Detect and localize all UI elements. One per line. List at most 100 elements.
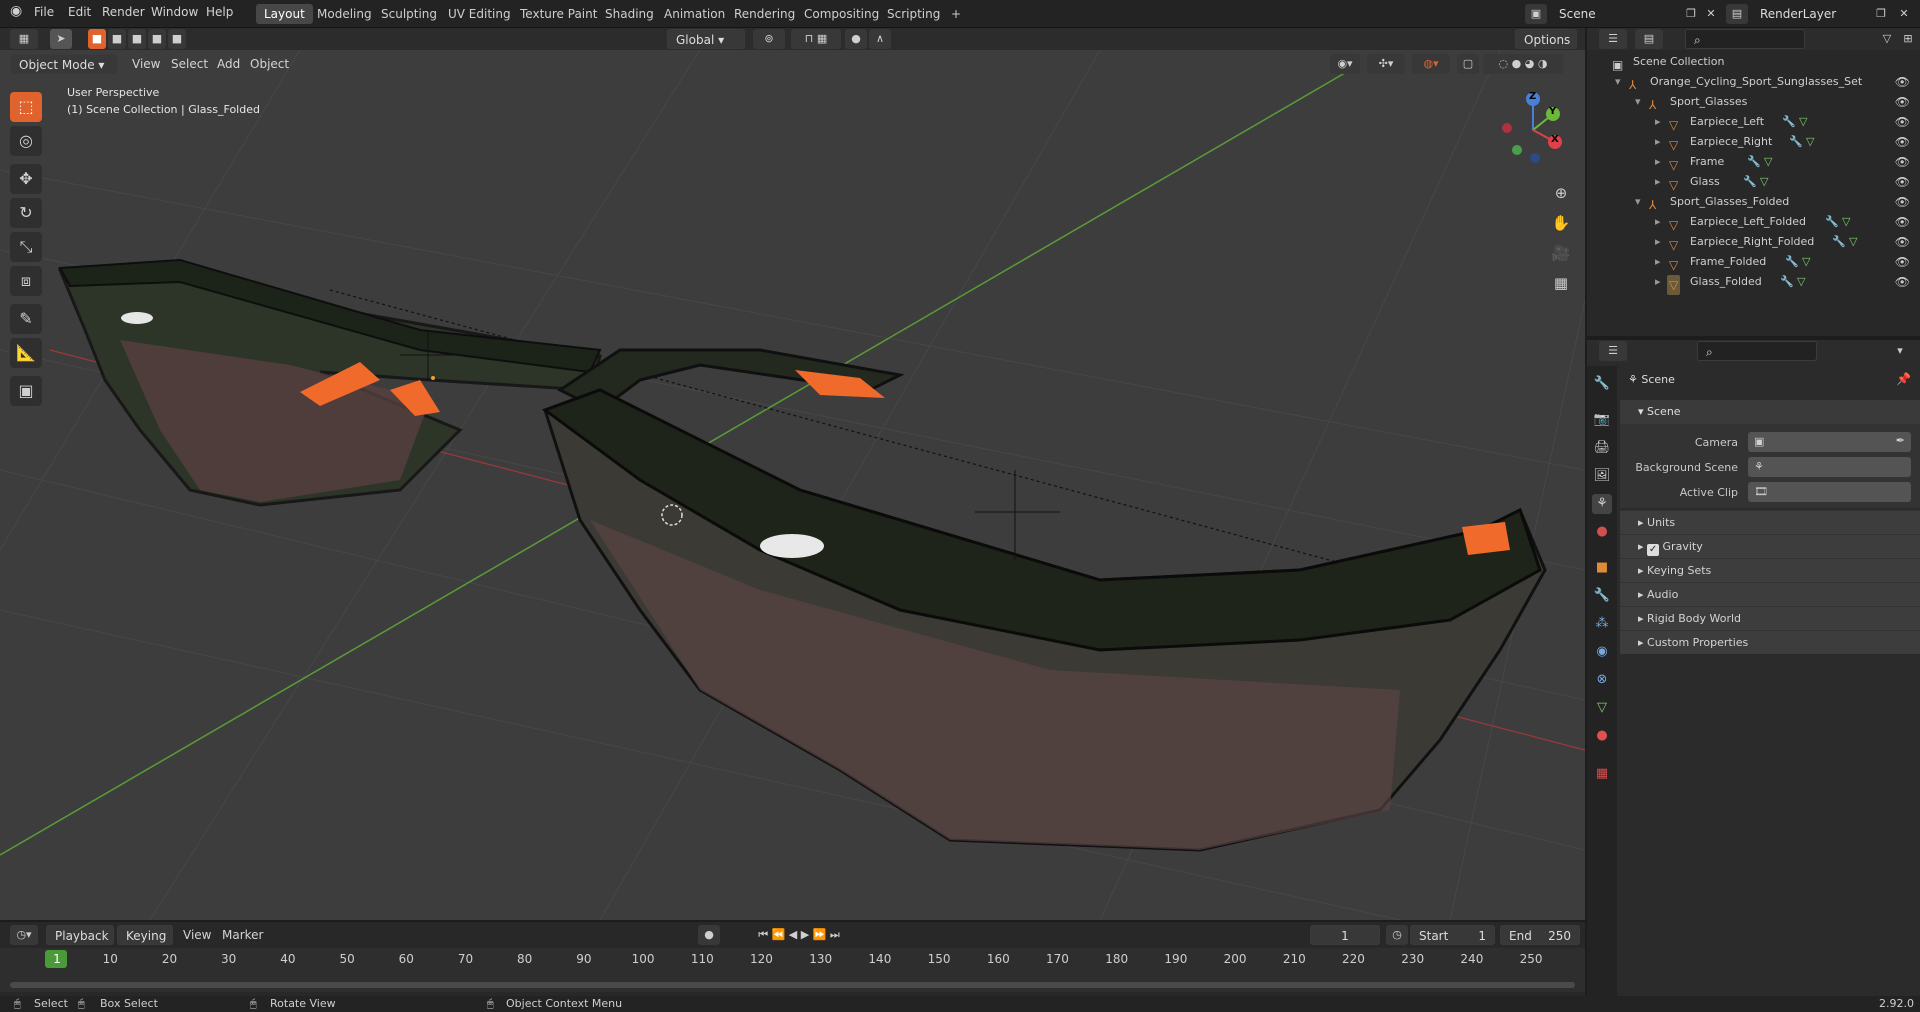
tab-uv-editing[interactable]: UV Editing <box>440 4 519 24</box>
select-extend-icon[interactable]: ■ <box>108 29 126 49</box>
mesh-data-icon[interactable]: ▽ <box>1760 172 1768 192</box>
eyedropper-icon[interactable]: ✒ <box>1896 434 1905 447</box>
timeline-menu-marker[interactable]: Marker <box>222 925 263 945</box>
world-tab-icon[interactable]: ● <box>1592 522 1612 542</box>
collapse-arrow-icon[interactable]: ▸ <box>1655 132 1661 152</box>
rotate-tool-icon[interactable]: ↻ <box>10 198 42 228</box>
new-collection-icon[interactable]: ⊞ <box>1897 29 1919 49</box>
tab-scripting[interactable]: Scripting <box>879 4 948 24</box>
visibility-icon[interactable]: ◉▾ <box>1330 54 1360 74</box>
modifier-wrench-icon[interactable]: 🔧 <box>1780 272 1794 292</box>
mesh-data-icon[interactable]: ▽ <box>1842 212 1850 232</box>
units-panel[interactable]: ▸ Units <box>1620 510 1920 534</box>
visibility-eye-icon[interactable]: 👁 <box>1895 92 1910 112</box>
expand-arrow-icon[interactable]: ▾ <box>1615 72 1621 92</box>
visibility-eye-icon[interactable]: 👁 <box>1895 212 1910 232</box>
pan-hand-icon[interactable]: ✋ <box>1548 210 1574 236</box>
mesh-data-icon[interactable]: ▽ <box>1797 272 1805 292</box>
tab-animation[interactable]: Animation <box>656 4 733 24</box>
mesh-data-icon[interactable]: ▽ <box>1849 232 1857 252</box>
start-frame-field[interactable]: Start 1 <box>1410 925 1495 945</box>
end-frame-field[interactable]: End 250 <box>1500 925 1580 945</box>
add-cube-tool-icon[interactable]: ▣ <box>10 376 42 406</box>
modifier-wrench-icon[interactable]: 🔧 <box>1743 172 1757 192</box>
viewport-menu-view[interactable]: View <box>132 54 160 74</box>
mesh-data-icon[interactable]: ▽ <box>1764 152 1772 172</box>
modifier-wrench-icon[interactable]: 🔧 <box>1747 152 1761 172</box>
data-tab-icon[interactable]: ▽ <box>1592 698 1612 718</box>
collapse-arrow-icon[interactable]: ▸ <box>1655 152 1661 172</box>
overlays-icon[interactable]: ◍▾ <box>1412 54 1450 74</box>
visibility-eye-icon[interactable]: 👁 <box>1895 192 1910 212</box>
xray-icon[interactable]: ▢ <box>1457 54 1479 74</box>
current-frame-field[interactable]: 1 <box>1310 925 1380 945</box>
folded-glasses[interactable] <box>57 258 602 507</box>
visibility-eye-icon[interactable]: 👁 <box>1895 272 1910 292</box>
physics-tab-icon[interactable]: ◉ <box>1592 642 1612 662</box>
mesh-data-icon[interactable]: ▽ <box>1802 252 1810 272</box>
timeline-editor-icon[interactable]: ◷▾ <box>10 925 38 945</box>
cursor-tool-icon[interactable]: ◎ <box>10 126 42 156</box>
outliner-row-object-active[interactable]: ▸ ▽ Glass_Folded 🔧 ▽ 👁 <box>1587 272 1920 295</box>
collapse-arrow-icon[interactable]: ▸ <box>1655 272 1661 292</box>
snap-icon[interactable]: ⊓ ▦ <box>791 29 841 49</box>
mesh-data-icon[interactable]: ▽ <box>1799 112 1807 132</box>
gizmo-toggle-icon[interactable]: ✣▾ <box>1367 54 1405 74</box>
expand-arrow-icon[interactable]: ▾ <box>1635 92 1641 112</box>
object-tab-icon[interactable]: ■ <box>1592 558 1612 578</box>
custom-properties-panel[interactable]: ▸ Custom Properties <box>1620 630 1920 654</box>
record-icon[interactable]: ● <box>698 925 720 945</box>
outliner-row-group[interactable]: ▾ ⅄ Sport_Glasses 👁 <box>1587 92 1920 112</box>
properties-search-input[interactable]: ⌕ <box>1697 341 1817 361</box>
scene-close-icon[interactable]: ✕ <box>1700 4 1722 24</box>
playback-menu[interactable]: Playback ▾ <box>46 925 114 963</box>
select-intersect-icon[interactable]: ■ <box>168 29 186 49</box>
scene-name-field[interactable]: Scene <box>1551 4 1701 24</box>
camera-view-icon[interactable]: 🎥 <box>1548 240 1574 266</box>
visibility-eye-icon[interactable]: 👁 <box>1895 172 1910 192</box>
move-tool-icon[interactable]: ✥ <box>10 164 42 194</box>
view-layer-icon[interactable]: ▤ <box>1726 4 1748 24</box>
menu-file[interactable]: File <box>34 5 54 19</box>
editor-type-icon[interactable]: ▦ <box>10 29 38 49</box>
menu-edit[interactable]: Edit <box>68 5 91 19</box>
tab-sculpting[interactable]: Sculpting <box>373 4 445 24</box>
tab-shading[interactable]: Shading <box>597 4 662 24</box>
modifier-wrench-icon[interactable]: 🔧 <box>1789 132 1803 152</box>
outliner-row-object[interactable]: ▸ ▽ Earpiece_Right_Folded 🔧 ▽ 👁 <box>1587 232 1920 252</box>
transform-orientation-dropdown[interactable]: Global ▾ <box>667 29 745 49</box>
visibility-eye-icon[interactable]: 👁 <box>1895 112 1910 132</box>
background-scene-field[interactable]: ⚘ <box>1748 457 1911 477</box>
gravity-panel[interactable]: ▸ ✓ Gravity <box>1620 534 1920 558</box>
camera-field[interactable]: ▣ ✒ <box>1748 432 1911 452</box>
object-mode-dropdown[interactable]: Object Mode ▾ <box>10 54 118 74</box>
pin-icon[interactable]: 📌 <box>1896 372 1911 386</box>
modifier-wrench-icon[interactable]: 🔧 <box>1832 232 1846 252</box>
collapse-arrow-icon[interactable]: ▸ <box>1655 252 1661 272</box>
visibility-eye-icon[interactable]: 👁 <box>1895 252 1910 272</box>
modifier-wrench-icon[interactable]: 🔧 <box>1782 112 1796 132</box>
collapse-arrow-icon[interactable]: ▸ <box>1655 232 1661 252</box>
timeline-scrollbar[interactable] <box>10 982 1575 988</box>
keying-sets-panel[interactable]: ▸ Keying Sets <box>1620 558 1920 582</box>
audio-panel[interactable]: ▸ Audio <box>1620 582 1920 606</box>
modifier-wrench-icon[interactable]: 🔧 <box>1825 212 1839 232</box>
outliner-row-object[interactable]: ▸ ▽ Earpiece_Left 🔧 ▽ 👁 <box>1587 112 1920 132</box>
navigation-gizmo[interactable]: Z Y X <box>1495 90 1565 170</box>
tab-layout[interactable]: Layout <box>256 4 313 24</box>
menu-window[interactable]: Window <box>151 5 198 19</box>
scale-tool-icon[interactable]: ⤡ <box>10 232 42 262</box>
tab-texture-paint[interactable]: Texture Paint <box>512 4 605 24</box>
visibility-eye-icon[interactable]: 👁 <box>1895 152 1910 172</box>
visibility-eye-icon[interactable]: 👁 <box>1895 72 1910 92</box>
outliner-row-object[interactable]: ▸ ▽ Glass 🔧 ▽ 👁 <box>1587 172 1920 192</box>
render-layer-field[interactable]: RenderLayer <box>1752 4 1877 24</box>
add-workspace-button[interactable]: + <box>943 4 969 24</box>
rigid-body-world-panel[interactable]: ▸ Rigid Body World <box>1620 606 1920 630</box>
outliner-editor-icon[interactable]: ☰ <box>1599 29 1627 49</box>
constraints-tab-icon[interactable]: ⊗ <box>1592 670 1612 690</box>
playback-controls-icon[interactable]: ⏮ ⏪ ◀ ▶ ⏩ ⏭ <box>744 925 854 945</box>
annotate-tool-icon[interactable]: ✎ <box>10 304 42 334</box>
menu-help[interactable]: Help <box>206 5 233 19</box>
menu-render[interactable]: Render <box>102 5 145 19</box>
